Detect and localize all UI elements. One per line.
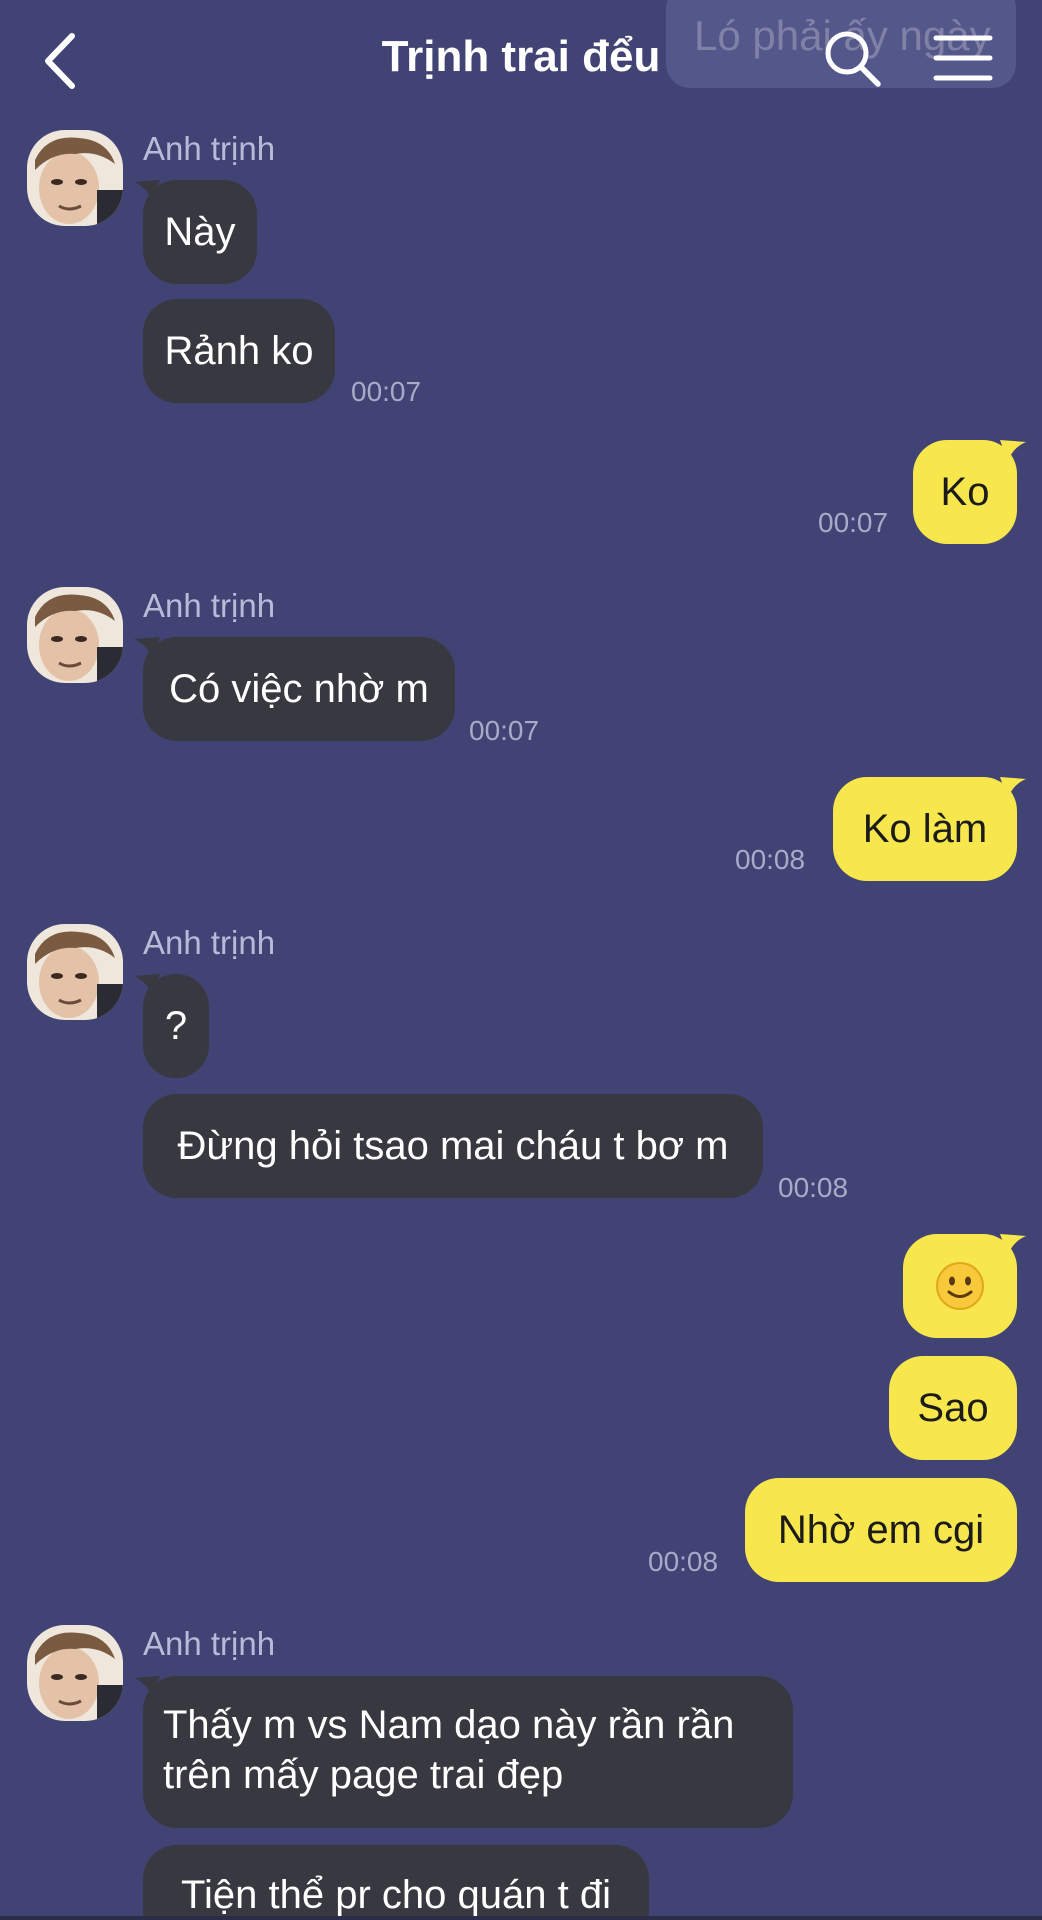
- sender-name: Anh trịnh: [143, 130, 276, 167]
- message-text: Có việc nhờ m: [169, 667, 429, 711]
- message-text: Đừng hỏi tsao mai cháu t bơ m: [177, 1124, 729, 1168]
- avatar-photo: [27, 130, 123, 226]
- avatar-photo: [27, 924, 123, 1020]
- sender-avatar[interactable]: [27, 130, 123, 226]
- message-text: ?: [164, 1004, 188, 1048]
- sender-name: Anh trịnh: [143, 587, 276, 624]
- message-timestamp: 00:07: [818, 507, 889, 538]
- slightly-smiling-face-icon: [936, 1262, 984, 1310]
- message-text: Nhờ em cgi: [777, 1508, 985, 1552]
- message-bubble-incoming[interactable]: Tiện thể pr cho quán t đi: [143, 1845, 649, 1920]
- bottom-divider: [0, 1916, 1042, 1920]
- message-bubble-outgoing[interactable]: Ko làm: [833, 777, 1017, 881]
- message-bubble-incoming[interactable]: Này: [143, 180, 257, 284]
- message-timestamp: 00:07: [351, 376, 422, 407]
- message-text: Tiện thể pr cho quán t đi: [181, 1873, 611, 1917]
- sender-avatar[interactable]: [27, 1625, 123, 1721]
- chat-header: Trịnh trai đểu Ló phải ấy ngày: [0, 0, 1042, 118]
- message-timestamp: 00:07: [469, 715, 540, 746]
- message-bubble-outgoing[interactable]: Nhờ em cgi: [745, 1478, 1017, 1582]
- message-bubble-incoming[interactable]: Có việc nhờ m: [143, 637, 455, 741]
- bubble-tail: [1000, 777, 1026, 799]
- bubble-tail: [1000, 440, 1026, 462]
- message-bubble-incoming[interactable]: Thấy m vs Nam dạo này rần rần trên mấy p…: [143, 1676, 793, 1828]
- message-text: Rảnh ko: [164, 329, 314, 373]
- message-bubble-incoming[interactable]: Rảnh ko: [143, 299, 335, 403]
- menu-button[interactable]: [932, 30, 994, 86]
- avatar-photo: [27, 587, 123, 683]
- menu-icon: [933, 35, 993, 81]
- message-text: Ko làm: [862, 807, 988, 851]
- message-text-line: Thấy m vs Nam dạo này rần rần: [163, 1703, 735, 1747]
- search-button[interactable]: [822, 28, 884, 90]
- message-bubble-incoming[interactable]: Đừng hỏi tsao mai cháu t bơ m: [143, 1094, 763, 1198]
- message-timestamp: 00:08: [778, 1172, 849, 1203]
- chat-screen: Trịnh trai đểu Ló phải ấy ngày Anh trịnh…: [0, 0, 1042, 1920]
- message-timestamp: 00:08: [735, 844, 806, 875]
- sender-name: Anh trịnh: [143, 1625, 276, 1662]
- message-text-line: trên mấy page trai đẹp: [163, 1753, 564, 1797]
- message-text: Sao: [917, 1386, 989, 1430]
- sender-avatar[interactable]: [27, 587, 123, 683]
- sender-name: Anh trịnh: [143, 924, 276, 961]
- message-timestamp: 00:08: [648, 1546, 719, 1577]
- bubble-tail: [1000, 1234, 1026, 1256]
- sender-avatar[interactable]: [27, 924, 123, 1020]
- message-text: Ko: [940, 470, 990, 514]
- message-bubble-incoming[interactable]: ?: [143, 974, 209, 1078]
- avatar-photo: [27, 1625, 123, 1721]
- message-bubble-outgoing[interactable]: Sao: [889, 1356, 1017, 1460]
- search-icon: [825, 31, 881, 87]
- message-text: Này: [164, 210, 236, 254]
